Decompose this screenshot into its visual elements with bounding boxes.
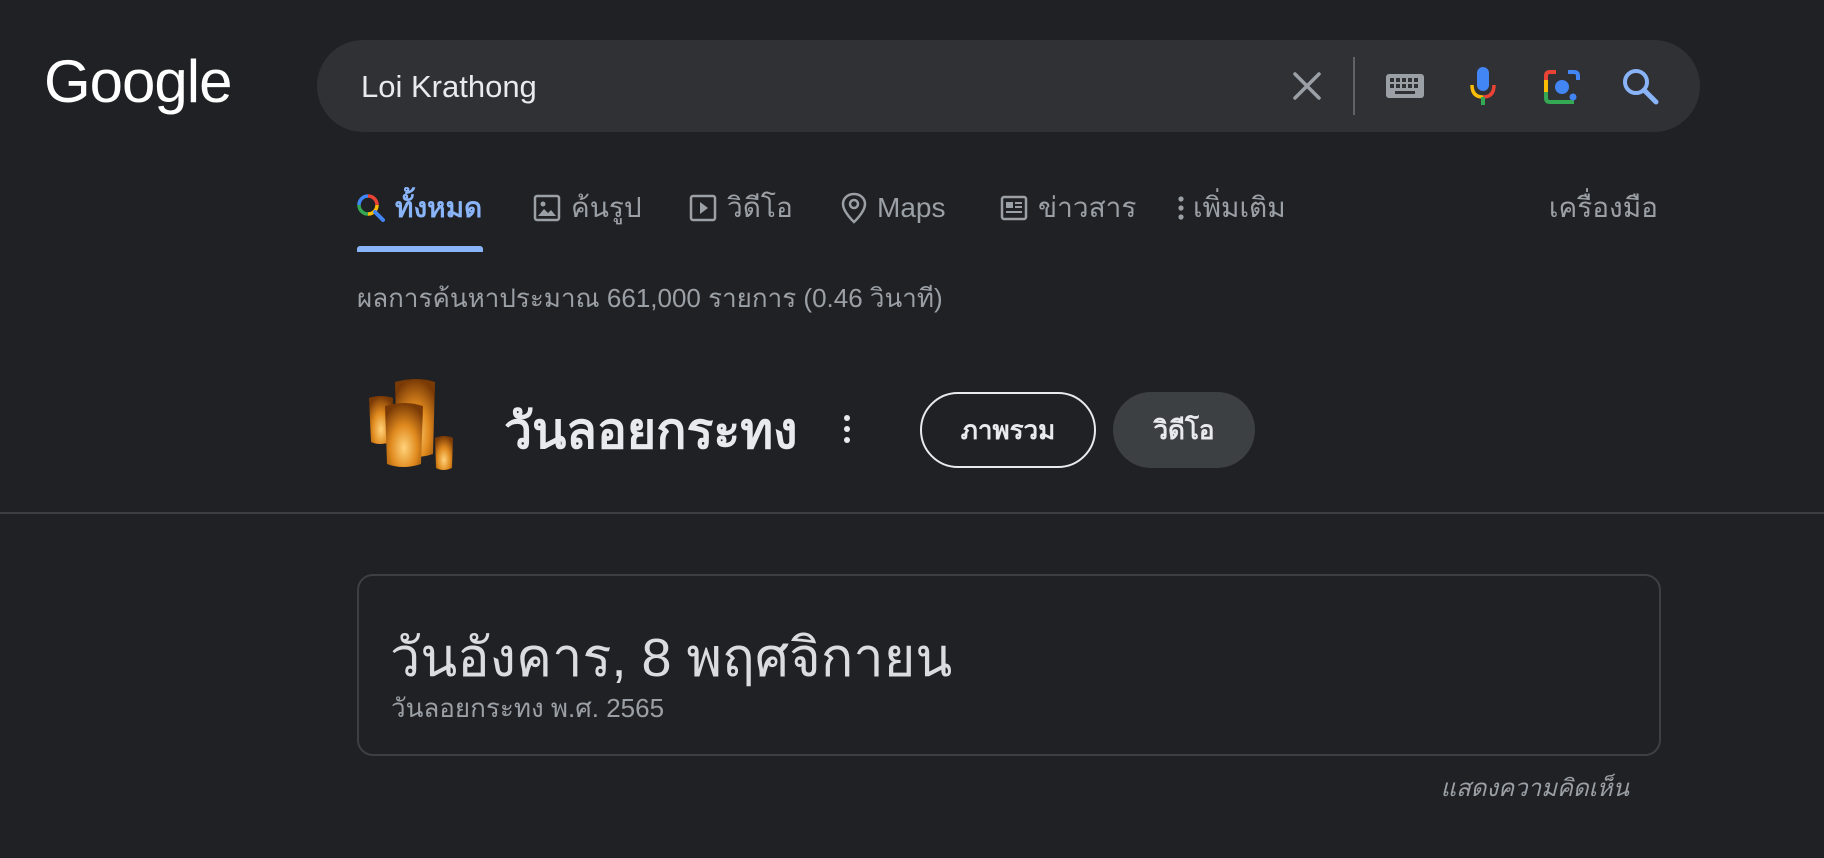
tab-news[interactable]: ข่าวสาร — [1000, 186, 1136, 230]
tab-label: ข่าวสาร — [1038, 192, 1137, 223]
news-icon — [1000, 195, 1028, 221]
tab-more[interactable]: เพิ่มเติม — [1177, 186, 1286, 230]
clear-icon[interactable] — [1287, 66, 1327, 106]
play-icon — [689, 194, 717, 222]
more-options-icon[interactable] — [837, 412, 857, 446]
feedback-link[interactable]: แสดงความคิดเห็น — [1441, 768, 1629, 807]
image-icon — [533, 194, 561, 222]
keyboard-icon[interactable] — [1382, 66, 1428, 106]
result-stats: ผลการค้นหาประมาณ 661,000 รายการ (0.46 วิ… — [357, 283, 943, 313]
location-pin-icon — [841, 192, 867, 224]
lantern-thumbnail[interactable] — [357, 376, 465, 476]
search-box[interactable] — [317, 40, 1700, 132]
search-icon[interactable] — [1620, 66, 1660, 106]
tab-maps[interactable]: Maps — [841, 186, 945, 230]
microphone-icon[interactable] — [1463, 66, 1503, 106]
entity-header: วันลอยกระทง ภาพรวม วิดีโอ — [357, 372, 1357, 492]
search-multicolor-icon — [357, 194, 385, 222]
chip-overview[interactable]: ภาพรวม — [920, 392, 1096, 468]
entity-title: วันลอยกระทง — [504, 403, 798, 459]
chip-video[interactable]: วิดีโอ — [1113, 392, 1255, 468]
search-input[interactable] — [359, 62, 1243, 112]
tab-all[interactable]: ทั้งหมด — [357, 186, 482, 230]
tab-label: ทั้งหมด — [395, 192, 483, 223]
date-answer-card: วันอังคาร, 8 พฤศจิกายน วันลอยกระทง พ.ศ. … — [357, 574, 1661, 756]
camera-lens-icon[interactable] — [1542, 66, 1582, 106]
tab-label: ค้นรูป — [571, 192, 642, 223]
tab-images[interactable]: ค้นรูป — [533, 186, 642, 230]
more-vert-icon — [1178, 196, 1184, 220]
google-logo[interactable]: Google — [44, 52, 232, 112]
answer-subtitle: วันลอยกระทง พ.ศ. 2565 — [391, 693, 665, 723]
tab-label: เพิ่มเติม — [1193, 192, 1286, 223]
tab-videos[interactable]: วิดีโอ — [689, 186, 793, 230]
tab-label: Maps — [877, 192, 946, 223]
search-divider — [1353, 57, 1355, 115]
tab-label: วิดีโอ — [727, 192, 793, 223]
active-tab-indicator — [357, 246, 483, 252]
tools-button[interactable]: เครื่องมือ — [1549, 186, 1658, 230]
section-divider — [0, 512, 1824, 514]
